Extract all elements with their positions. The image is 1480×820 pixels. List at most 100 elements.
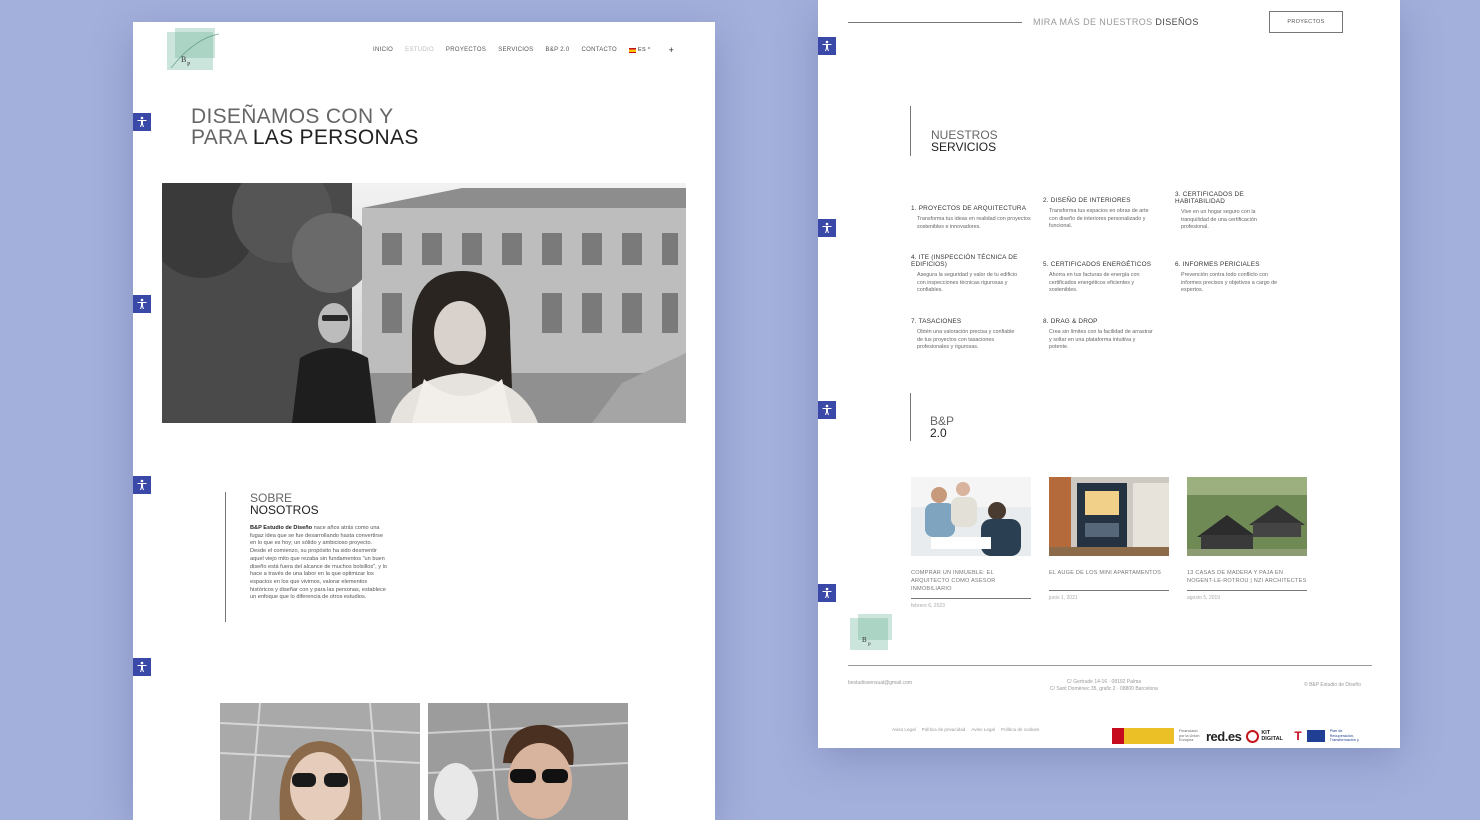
blog-post-1-rule <box>911 598 1031 599</box>
service-item-4[interactable]: 4. ITE (INSPECCIÓN TÉCNICA DE EDIFICIOS)… <box>911 254 1021 295</box>
accessibility-button-3[interactable] <box>133 476 151 494</box>
nav-item-estudio[interactable]: ESTUDIO <box>405 47 434 53</box>
about-title-bold: NOSOTROS <box>250 503 319 517</box>
logo-mark-icon: B P <box>167 28 220 70</box>
accessibility-button-8[interactable] <box>818 584 836 602</box>
team-photo-woman <box>220 703 420 820</box>
hero-photo-illustration <box>162 183 686 423</box>
team-photo-man <box>428 703 628 820</box>
footer-address-2: C/ Sant Domènec 35, grafic 2 · 08800 Bar… <box>1050 686 1158 692</box>
hero-photo <box>162 183 686 423</box>
services-divider <box>910 106 911 156</box>
spain-coat-of-arms-icon <box>1112 728 1124 744</box>
accessibility-button-7[interactable] <box>818 401 836 419</box>
recovery-plan-logo: T <box>1294 729 1302 743</box>
blog-post-3[interactable]: 13 CASAS DE MADERA Y PAJA EN NOGENT-LE-R… <box>1187 477 1307 601</box>
blog-post-2[interactable]: EL AUGE DE LOS MINI APARTAMENTOS junio 1… <box>1049 477 1169 601</box>
about-body-text: nace años atrás como una fugaz idea que … <box>250 525 387 601</box>
accessibility-icon <box>822 587 832 598</box>
footer-logo-mark-icon: B P <box>850 614 892 650</box>
footer-link-cookies[interactable]: Política de cookies <box>1001 727 1039 732</box>
about-section: SOBRE NOSOTROS B&P Estudio de Diseño nac… <box>250 492 388 602</box>
footer-logo[interactable]: B P <box>848 612 898 654</box>
accessibility-icon <box>822 404 832 415</box>
footer-link-aviso-legal-2[interactable]: Aviso Legal <box>971 727 995 732</box>
service-item-2[interactable]: 2. DISEÑO DE INTERIORES Transforma tus es… <box>1043 197 1158 231</box>
accessibility-icon <box>822 222 832 233</box>
eu-flag-icon <box>1306 730 1325 742</box>
language-selector[interactable]: ES ^ <box>629 47 651 53</box>
more-designs-thin: MIRA MÁS DE NUESTROS <box>1033 17 1156 27</box>
blog-post-2-rule <box>1049 590 1169 591</box>
service-item-7[interactable]: 7. TASACIONES Obtén una valoración precis… <box>911 318 1021 352</box>
blog-post-2-date: junio 1, 2021 <box>1049 595 1078 601</box>
blog-post-3-date: agosto 5, 2019 <box>1187 595 1221 601</box>
bp20-divider <box>910 393 911 441</box>
footer-address-1: C/ Gertrude 14-16 · 08192 Palma <box>1066 679 1142 685</box>
main-nav: INICIO ESTUDIO PROYECTOS SERVICIOS B&P 2… <box>361 45 674 55</box>
blog-post-2-image <box>1049 477 1169 556</box>
service-item-6[interactable]: 6. INFORMES PERICIALES Prevención contra … <box>1175 261 1285 295</box>
blog-post-3-rule <box>1187 590 1307 591</box>
service-item-1[interactable]: 1. PROYECTOS DE ARQUITECTURA Transforma t… <box>911 205 1031 231</box>
projects-button[interactable]: PROYECTOS <box>1269 11 1343 33</box>
recovery-plan-text: Plan de Recuperación, Transformación y R… <box>1329 729 1359 743</box>
red-es-logo: red.es <box>1206 728 1242 744</box>
footer-email[interactable]: bestudiosensual@gmail.com <box>848 680 912 686</box>
footer-link-aviso-legal[interactable]: Aviso Legal <box>892 727 916 732</box>
nav-item-bp20[interactable]: B&P 2.0 <box>545 47 569 53</box>
accessibility-icon <box>822 40 832 51</box>
accessibility-icon <box>137 479 147 490</box>
nav-item-contacto[interactable]: CONTACTO <box>581 47 617 53</box>
about-body: B&P Estudio de Diseño nace años atrás co… <box>250 525 388 602</box>
funding-logos: Financiado por la Unión Europea red.es K… <box>1112 726 1372 746</box>
more-designs-bold: DISEÑOS <box>1155 17 1199 27</box>
nav-item-inicio[interactable]: INICIO <box>373 47 393 53</box>
blog-post-1-title[interactable]: COMPRAR UN INMUEBLE: EL ARQUITECTO COMO … <box>911 569 1031 593</box>
blog-post-3-image <box>1187 477 1307 556</box>
site-logo[interactable]: B P <box>165 28 223 74</box>
accessibility-button-5[interactable] <box>818 37 836 55</box>
blog-post-3-title[interactable]: 13 CASAS DE MADERA Y PAJA EN NOGENT-LE-R… <box>1187 569 1307 585</box>
svg-text:B: B <box>862 636 867 644</box>
blog-post-1[interactable]: COMPRAR UN INMUEBLE: EL ARQUITECTO COMO … <box>911 477 1031 609</box>
team-photo-woman-illustration <box>220 703 420 820</box>
hero-line-2-thin: PARA <box>191 126 253 149</box>
service-item-3[interactable]: 3. CERTIFICADOS DE HABITABILIDAD Vive en … <box>1175 191 1275 232</box>
blog-post-1-date: febrero 6, 2023 <box>911 603 945 609</box>
spain-government-logo <box>1112 728 1174 744</box>
more-designs-heading: MIRA MÁS DE NUESTROS DISEÑOS <box>1033 17 1199 27</box>
accessibility-icon <box>137 298 147 309</box>
footer-address: C/ Gertrude 14-16 · 08192 Palma C/ Sant … <box>1050 679 1158 693</box>
blog-post-1-image <box>911 477 1031 556</box>
spain-flag-icon <box>629 47 636 53</box>
funding-eu-text: Financiado por la Unión Europea <box>1179 729 1200 742</box>
svg-text:P: P <box>868 643 871 648</box>
blog-post-2-title[interactable]: EL AUGE DE LOS MINI APARTAMENTOS <box>1049 569 1169 585</box>
accessibility-button-6[interactable] <box>818 219 836 237</box>
footer-copyright: © B&P Estudio de Diseño <box>1304 682 1361 688</box>
team-photo-man-illustration <box>428 703 628 820</box>
accessibility-button-1[interactable] <box>133 113 151 131</box>
kit-digital-logo: KIT DIGITAL <box>1246 729 1289 743</box>
right-page: MIRA MÁS DE NUESTROS DISEÑOS PROYECTOS N… <box>818 0 1400 748</box>
services-heading: NUESTROS SERVICIOS <box>931 129 998 153</box>
nav-item-proyectos[interactable]: PROYECTOS <box>446 47 486 53</box>
top-rule <box>848 22 1022 23</box>
accessibility-button-2[interactable] <box>133 295 151 313</box>
kit-digital-icon <box>1246 729 1260 743</box>
bp20-title-bold: 2.0 <box>930 426 947 440</box>
about-divider <box>225 492 226 622</box>
accessibility-icon <box>137 661 147 672</box>
about-lead: B&P Estudio de Diseño <box>250 525 313 531</box>
footer-link-privacidad[interactable]: Política de privacidad <box>922 727 966 732</box>
footer-rule <box>848 665 1372 666</box>
left-page: B P INICIO ESTUDIO PROYECTOS SERVICIOS B… <box>133 22 715 820</box>
service-item-8[interactable]: 8. DRAG & DROP Crea sin límites con la fa… <box>1043 318 1153 352</box>
footer-links: Aviso Legal Política de privacidad Aviso… <box>892 727 1039 732</box>
service-item-5[interactable]: 5. CERTIFICADOS ENERGÉTICOS Ahorra en tus… <box>1043 261 1158 295</box>
accessibility-button-4[interactable] <box>133 658 151 676</box>
plus-icon[interactable]: + <box>669 45 675 55</box>
accessibility-icon <box>137 116 147 127</box>
nav-item-servicios[interactable]: SERVICIOS <box>498 47 533 53</box>
